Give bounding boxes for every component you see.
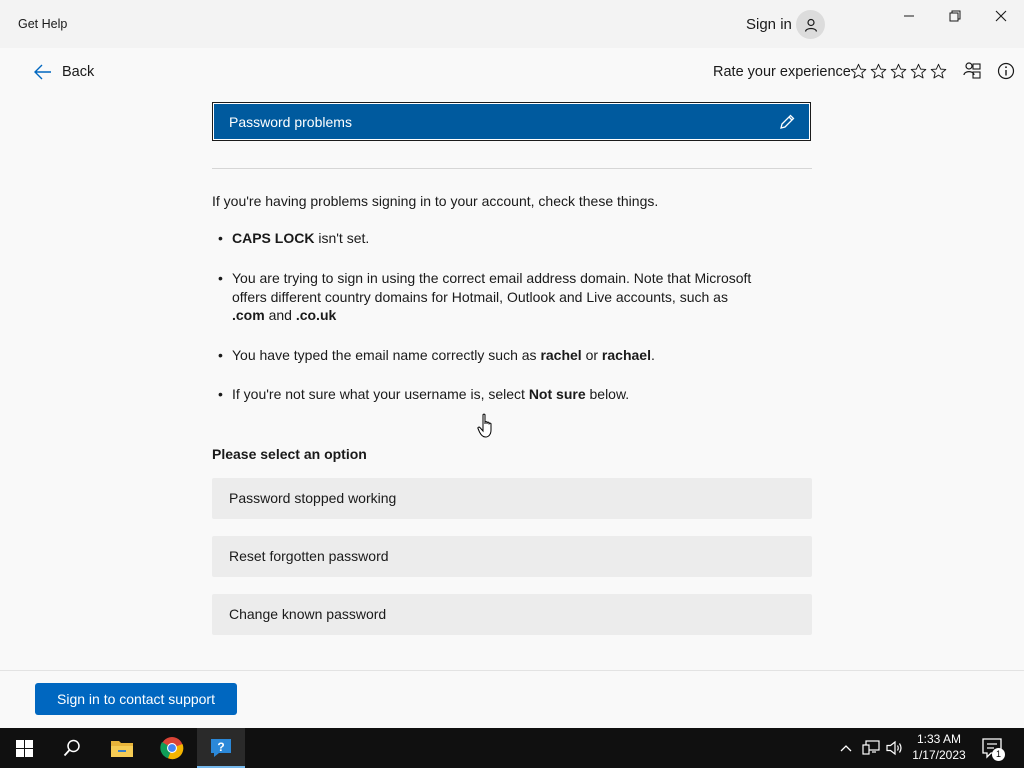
body-text: isn't set. — [314, 230, 370, 246]
emphasis-text: Not sure — [528, 386, 586, 402]
speaker-icon — [886, 740, 902, 756]
option-change-known-password[interactable]: Change known password — [212, 594, 812, 635]
taskbar: ? 1:33 AM 1/17/2023 1 — [0, 728, 1024, 768]
feedback-icon[interactable] — [962, 61, 982, 81]
title-bar: Get Help Sign in — [0, 0, 1024, 48]
checklist-text: You are trying to sign in using the corr… — [232, 269, 752, 325]
checklist-item: • You are trying to sign in using the cor… — [218, 269, 752, 325]
back-button[interactable]: Back — [34, 62, 94, 82]
taskbar-file-explorer[interactable] — [98, 728, 146, 768]
bullet-dot: • — [218, 347, 223, 363]
taskbar-get-help[interactable]: ? — [197, 728, 245, 768]
chrome-icon — [160, 737, 184, 760]
get-help-icon: ? — [211, 739, 231, 757]
emphasis-text: CAPS LOCK — [232, 230, 315, 246]
topic-title: Password problems — [229, 114, 352, 130]
star-3-button[interactable] — [888, 62, 908, 80]
clock-date: 1/17/2023 — [912, 748, 966, 762]
star-icon — [850, 63, 866, 78]
edit-icon[interactable] — [778, 113, 796, 131]
body-text: If you're not sure what your username is… — [232, 386, 529, 402]
minimize-button[interactable] — [886, 0, 932, 32]
rate-experience-label: Rate your experience — [713, 64, 851, 80]
close-button[interactable] — [978, 0, 1024, 32]
person-icon — [804, 18, 817, 32]
network-button[interactable] — [860, 728, 882, 768]
option-label: Reset forgotten password — [229, 548, 389, 564]
start-icon — [15, 739, 33, 757]
checklist-text: If you're not sure what your username is… — [232, 385, 752, 404]
body-text: below. — [585, 386, 630, 402]
start-button[interactable] — [0, 728, 48, 768]
option-label: Password stopped working — [229, 490, 397, 506]
search-icon — [63, 739, 80, 757]
option-reset-forgotten-password[interactable]: Reset forgotten password — [212, 536, 812, 577]
info-icon[interactable] — [996, 61, 1016, 81]
restore-icon — [949, 10, 961, 22]
star-1-button[interactable] — [848, 62, 868, 80]
star-icon — [910, 63, 926, 78]
restore-button[interactable] — [932, 0, 978, 32]
option-password-stopped-working[interactable]: Password stopped working — [212, 478, 812, 519]
option-label: Change known password — [229, 606, 387, 622]
footer-divider — [0, 670, 1024, 671]
volume-button[interactable] — [884, 728, 906, 768]
top-bar: Back Rate your experience — [0, 48, 1024, 96]
star-4-button[interactable] — [908, 62, 928, 80]
show-hidden-icons-button[interactable] — [836, 728, 856, 768]
emphasis-text: rachel — [540, 347, 582, 363]
star-rating — [848, 62, 948, 80]
sign-in-link[interactable]: Sign in — [746, 16, 792, 33]
checklist-item: • You have typed the email name correctly… — [218, 346, 752, 365]
bullet-dot: • — [218, 386, 223, 402]
star-icon — [930, 63, 946, 78]
body-text: and — [264, 307, 296, 323]
body-text: You have typed the email name correctly … — [232, 347, 541, 363]
network-icon — [862, 740, 880, 755]
checklist-text: CAPS LOCK isn't set. — [232, 229, 752, 248]
emphasis-text: rachael — [601, 347, 651, 363]
svg-text:?: ? — [217, 740, 224, 754]
emphasis-text: .com — [232, 307, 265, 323]
options-heading: Please select an option — [212, 446, 367, 462]
checklist-text: You have typed the email name correctly … — [232, 346, 752, 365]
minimize-icon — [904, 15, 914, 17]
star-2-button[interactable] — [868, 62, 888, 80]
body-text: . — [650, 347, 655, 363]
taskbar-search-button[interactable] — [48, 728, 96, 768]
emphasis-text: .co.uk — [295, 307, 337, 323]
star-5-button[interactable] — [928, 62, 948, 80]
taskbar-chrome[interactable] — [148, 728, 196, 768]
bullet-dot: • — [218, 270, 223, 286]
app-title: Get Help — [18, 17, 68, 31]
bullet-dot: • — [218, 230, 223, 246]
topic-banner: Password problems — [212, 102, 811, 141]
hand-cursor-icon — [477, 413, 492, 438]
clock-time: 1:33 AM — [916, 732, 962, 746]
back-label: Back — [62, 64, 95, 80]
arrow-left-icon — [34, 64, 51, 80]
notification-badge: 1 — [992, 748, 1005, 761]
body-text: You are trying to sign in using the corr… — [232, 270, 752, 305]
sign-in-contact-support-button[interactable]: Sign in to contact support — [35, 683, 237, 715]
star-icon — [870, 63, 886, 78]
checklist-item: • If you're not sure what your username i… — [218, 385, 752, 404]
close-icon — [995, 10, 1007, 22]
checklist-item: • CAPS LOCK isn't set. — [218, 229, 752, 248]
taskbar-clock[interactable]: 1:33 AM 1/17/2023 — [904, 731, 974, 763]
chevron-up-icon — [840, 745, 852, 752]
divider — [212, 168, 812, 169]
intro-text: If you're having problems signing in to … — [212, 193, 659, 209]
file-explorer-icon — [111, 741, 133, 757]
avatar[interactable] — [796, 10, 825, 39]
body-text: or — [581, 347, 602, 363]
star-icon — [890, 63, 906, 78]
